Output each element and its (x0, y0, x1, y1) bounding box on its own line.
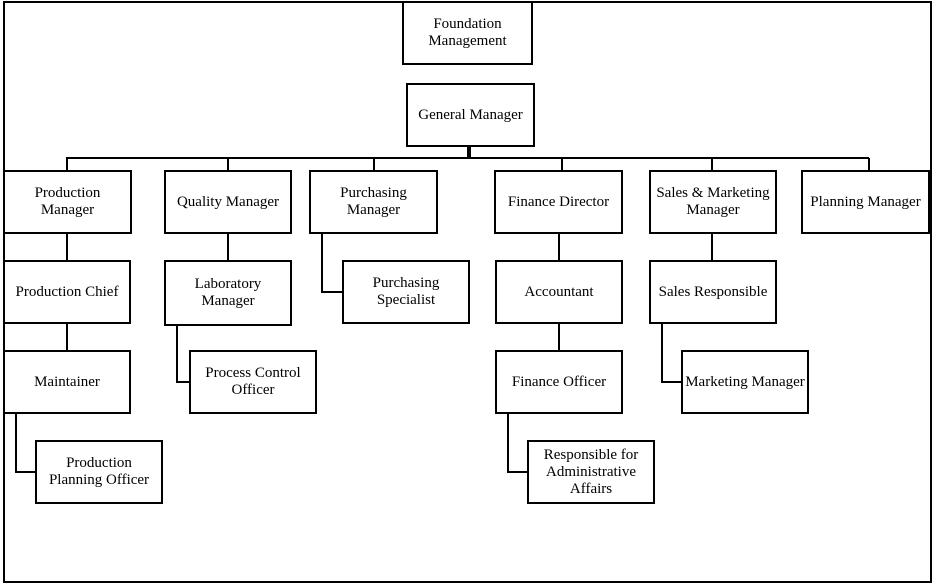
node-maintainer: Maintainer (3, 350, 131, 414)
connector-marketing-manager (661, 323, 681, 383)
node-purchasing-specialist: Purchasing Specialist (342, 260, 470, 324)
node-administrative-affairs: Responsible for Administrative Affairs (527, 440, 655, 504)
org-chart: Foundation Management General Manager Pr… (0, 0, 933, 583)
node-production-manager: Production Manager (3, 170, 132, 234)
node-sales-responsible: Sales Responsible (649, 260, 777, 324)
node-foundation-management: Foundation Management (402, 1, 533, 65)
node-process-control-officer: Process Control Officer (189, 350, 317, 414)
node-production-planning-officer: Production Planning Officer (35, 440, 163, 504)
node-purchasing-manager: Purchasing Manager (309, 170, 438, 234)
node-general-manager: General Manager (406, 83, 535, 147)
node-quality-manager: Quality Manager (164, 170, 292, 234)
connector-admin-affairs (507, 413, 527, 473)
connector-pco (176, 325, 189, 383)
node-finance-officer: Finance Officer (495, 350, 623, 414)
node-accountant: Accountant (495, 260, 623, 324)
connector-ppo (15, 413, 35, 473)
node-marketing-manager: Marketing Manager (681, 350, 809, 414)
node-planning-manager: Planning Manager (801, 170, 930, 234)
connector-purch-specialist (321, 233, 342, 293)
node-production-chief: Production Chief (3, 260, 131, 324)
node-laboratory-manager: Laboratory Manager (164, 260, 292, 326)
node-sales-marketing-manager: Sales & Marketing Manager (649, 170, 777, 234)
node-finance-director: Finance Director (494, 170, 623, 234)
